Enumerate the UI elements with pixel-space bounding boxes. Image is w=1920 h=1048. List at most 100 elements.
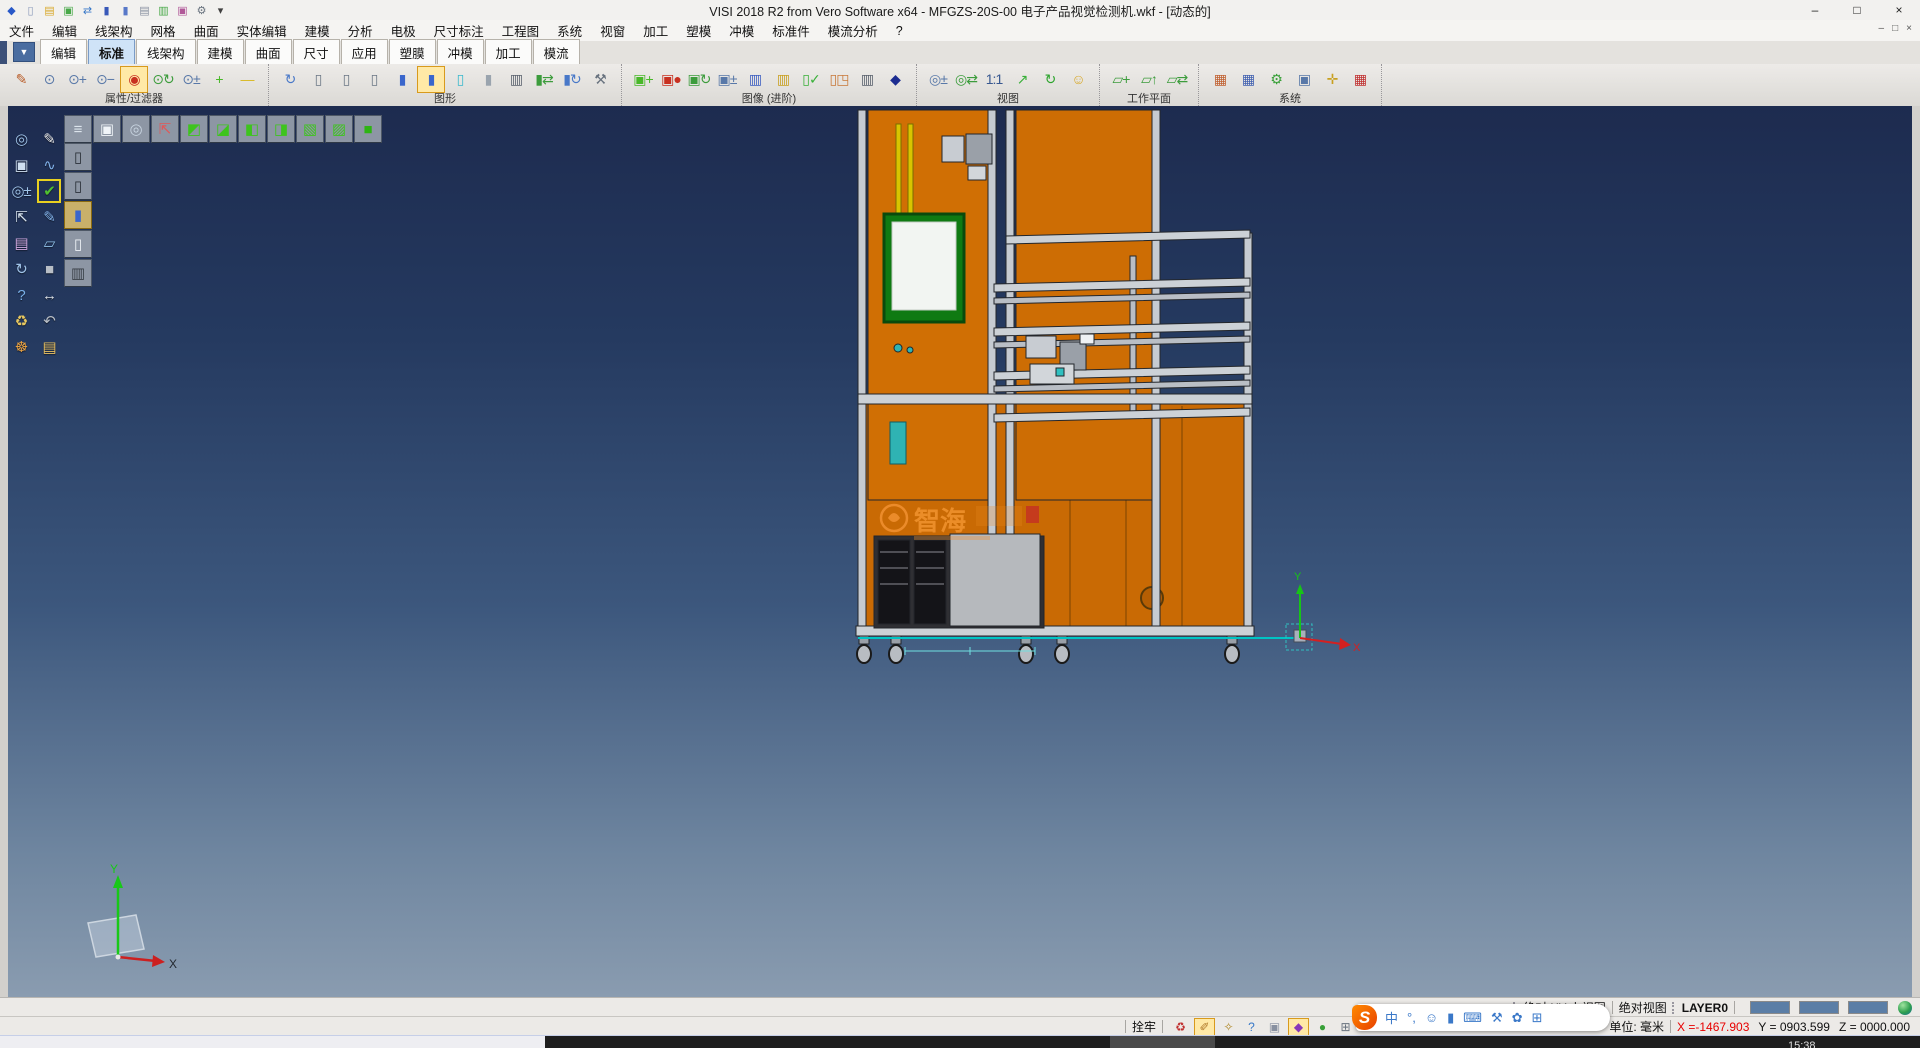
help-icon[interactable]: ? [8, 282, 34, 308]
print-icon[interactable]: ▤ [136, 2, 153, 18]
adv-refresh-icon[interactable]: ▣↻ [686, 67, 712, 92]
solid-cube-icon[interactable]: ◆ [882, 67, 908, 92]
mdi-minimize-button[interactable]: – [1879, 23, 1885, 34]
tag-solid-icon[interactable]: ▯◳ [826, 67, 852, 92]
sketch-curve-icon[interactable]: ✎ [36, 204, 62, 230]
adv-show-icon[interactable]: ▣+ [630, 67, 656, 92]
render-settings-icon[interactable]: ▤ [8, 230, 34, 256]
punctuation-toggle[interactable]: °, [1407, 1010, 1416, 1025]
voice-input-icon[interactable]: ▮ [1447, 1010, 1454, 1026]
undo-icon[interactable]: ↶ [36, 308, 62, 334]
zoom-window-icon[interactable]: ◎ [8, 126, 34, 152]
menu-item[interactable]: 塑模 [677, 21, 720, 40]
lang-mode-toggle[interactable]: 中 [1385, 1008, 1398, 1027]
status-color-box[interactable] [1848, 1001, 1888, 1014]
striped-blue-icon[interactable]: ▥ [742, 67, 768, 92]
translucent-style-icon[interactable]: ▯ [447, 67, 473, 92]
open-folder-icon[interactable]: ▤ [36, 334, 62, 360]
rotate-view-icon[interactable]: ↻ [1037, 67, 1063, 92]
striped-gold-icon[interactable]: ▥ [770, 67, 796, 92]
menu-item[interactable]: 实体编辑 [228, 21, 296, 40]
view-orientation-icon[interactable]: ⇱ [8, 204, 34, 230]
tab-flow[interactable]: 模流 [533, 39, 580, 64]
mdi-restore-button[interactable]: □ [1892, 23, 1898, 34]
status-color-box[interactable] [1750, 1001, 1790, 1014]
workplane-new-icon[interactable]: ▱+ [1108, 67, 1134, 92]
edit-tools-icon[interactable]: ✎ [36, 126, 62, 152]
menu-item[interactable]: 标准件 [763, 21, 819, 40]
open-file-icon[interactable]: ▤ [41, 2, 58, 18]
menu-item[interactable]: 电极 [382, 21, 425, 40]
emoji-picker-icon[interactable]: ☺ [1425, 1010, 1438, 1025]
tab-plastic[interactable]: 塑膜 [389, 39, 436, 64]
redraw-icon[interactable]: ↻ [277, 67, 303, 92]
tab-machining[interactable]: 加工 [485, 39, 532, 64]
menu-grid-icon[interactable]: ⊞ [1532, 1010, 1543, 1026]
view-iso-icon[interactable]: ■ [354, 115, 382, 143]
skin-icon[interactable]: ✿ [1512, 1010, 1523, 1026]
zoom-dynamic-icon[interactable]: ◎± [925, 67, 951, 92]
delete-trash-icon[interactable]: ♻ [8, 308, 34, 334]
tab-standard[interactable]: 标准 [88, 39, 135, 64]
settings-icon[interactable]: ⚙ [193, 2, 210, 18]
plot-icon[interactable]: ▥ [155, 2, 172, 18]
workplane-move-icon[interactable]: ▱⇄ [1164, 67, 1190, 92]
menu-item[interactable]: 尺寸标注 [425, 21, 493, 40]
visibility-filter-icon[interactable]: ◉ [120, 66, 148, 93]
menu-item[interactable]: 加工 [634, 21, 677, 40]
update-style-icon[interactable]: ▮↻ [559, 67, 585, 92]
system-tools-icon[interactable]: ⚙ [1263, 67, 1289, 92]
link-icon[interactable]: ⇄ [79, 2, 96, 18]
toolbox-icon[interactable]: ⚒ [1491, 1010, 1503, 1026]
status-dot-icon[interactable]: ● [1313, 1019, 1332, 1035]
menu-item[interactable]: 工程图 [493, 21, 549, 40]
mesh-solid-icon[interactable]: ▥ [854, 67, 880, 92]
menu-item[interactable]: 视窗 [591, 21, 634, 40]
dashed-style-icon[interactable]: ▯ [361, 67, 387, 92]
lock-label[interactable]: 拴牢 [1132, 1018, 1156, 1035]
view-left-icon[interactable]: ◧ [238, 115, 266, 143]
maximize-button[interactable]: □ [1836, 0, 1878, 20]
menu-item[interactable]: 分析 [339, 21, 382, 40]
shaded-style-icon[interactable]: ▮ [389, 67, 415, 92]
view-menu-icon[interactable]: ≡ [64, 115, 92, 143]
layer-field[interactable]: LAYER0 [1682, 1001, 1728, 1015]
zoom-extents-icon[interactable]: ◎⇄ [953, 67, 979, 92]
hide-all-icon[interactable]: — [234, 67, 260, 92]
zoom-inout-icon[interactable]: ◎± [8, 178, 34, 204]
mesh-grid-icon[interactable]: ▦ [1347, 67, 1373, 92]
menu-item[interactable]: 建模 [296, 21, 339, 40]
tab-die[interactable]: 冲模 [437, 39, 484, 64]
pick-hand-icon[interactable]: ✛ [1319, 67, 1345, 92]
color-palette-icon[interactable]: ▦ [1207, 67, 1233, 92]
show-entities-icon[interactable]: ⊙+ [64, 67, 90, 92]
adv-swap-icon[interactable]: ▣± [714, 67, 740, 92]
menu-item[interactable]: ? [887, 24, 912, 38]
hide-entities-icon[interactable]: ⊙− [92, 67, 118, 92]
recycle-icon[interactable]: ♻ [1171, 1019, 1190, 1035]
ghost-display-icon[interactable]: ▯ [64, 230, 92, 258]
soft-keyboard-icon[interactable]: ⌨ [1463, 1010, 1482, 1026]
shaded-edges-style-icon[interactable]: ▮ [417, 66, 445, 93]
apply-style-icon[interactable]: ▮⇄ [531, 67, 557, 92]
validate-solid-icon[interactable]: ▯✓ [798, 67, 824, 92]
globe-icon[interactable] [1898, 1001, 1912, 1015]
app-icon[interactable]: ◆ [3, 2, 20, 18]
viewport-3d[interactable]: ≡▣◎⇱◩◪◧◨▧▨■ ▯▯▮▯▥ ◎▣◎±⇱▤↻?♻☸ ✎∿✔✎▱■↔↶▤ [0, 106, 1920, 998]
menu-item[interactable]: 线架构 [86, 21, 142, 40]
tab-application[interactable]: 应用 [341, 39, 388, 64]
menu-item[interactable]: 曲面 [185, 21, 228, 40]
capture-icon[interactable]: ▣ [174, 2, 191, 18]
swap-visibility-icon[interactable]: ⊙± [178, 67, 204, 92]
view-back-icon[interactable]: ▨ [325, 115, 353, 143]
menu-item[interactable]: 模流分析 [819, 21, 887, 40]
lasso-select-icon[interactable]: ∿ [36, 152, 62, 178]
prism-icon[interactable]: ◆ [1288, 1018, 1309, 1036]
shaded-display-icon[interactable]: ▮ [64, 201, 92, 229]
tab-dimension[interactable]: 尺寸 [293, 39, 340, 64]
flat-style-icon[interactable]: ▮ [475, 67, 501, 92]
tabbar-dropdown[interactable]: ▼ [13, 42, 35, 62]
new-file-icon[interactable]: ▯ [22, 2, 39, 18]
view-top-icon[interactable]: ◩ [180, 115, 208, 143]
tab-modeling[interactable]: 建模 [197, 39, 244, 64]
